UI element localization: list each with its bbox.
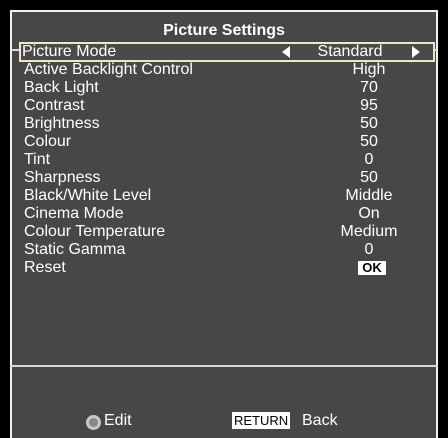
- arrow-left-icon[interactable]: [282, 46, 290, 58]
- setting-label: Reset: [24, 259, 66, 276]
- setting-row-back-light[interactable]: Back Light 70: [20, 79, 434, 97]
- setting-label: Picture Mode: [22, 43, 117, 60]
- setting-value: 70: [360, 79, 378, 96]
- setting-value: Medium: [340, 223, 398, 240]
- return-key-badge[interactable]: RETURN: [232, 412, 291, 429]
- setting-value: 50: [360, 115, 378, 132]
- setting-label: Active Backlight Control: [24, 61, 193, 78]
- setting-row-reset[interactable]: Reset OK: [20, 259, 434, 277]
- setting-row-cinema-mode[interactable]: Cinema Mode On: [20, 205, 434, 223]
- setting-value: Middle: [345, 187, 393, 204]
- setting-value: 95: [360, 97, 378, 114]
- setting-value: On: [358, 205, 380, 222]
- back-hint-label: Back: [302, 412, 338, 429]
- setting-label: Static Gamma: [24, 241, 126, 258]
- setting-value: 0: [364, 241, 374, 258]
- setting-label: Black/White Level: [24, 187, 152, 204]
- setting-row-static-gamma[interactable]: Static Gamma 0: [20, 241, 434, 259]
- setting-row-sharpness[interactable]: Sharpness 50: [20, 169, 434, 187]
- arrow-right-icon[interactable]: [412, 46, 420, 58]
- setting-label: Tint: [24, 151, 51, 168]
- setting-value: 50: [360, 133, 378, 150]
- setting-value: High: [352, 61, 386, 78]
- setting-row-colour-temperature[interactable]: Colour Temperature Medium: [20, 223, 434, 241]
- setting-label: Colour: [24, 133, 72, 150]
- setting-label: Back Light: [24, 79, 99, 96]
- setting-value: 50: [360, 169, 378, 186]
- setting-row-colour[interactable]: Colour 50: [20, 133, 434, 151]
- setting-row-tint[interactable]: Tint 0: [20, 151, 434, 169]
- dpad-icon: [86, 415, 101, 430]
- settings-list: Picture Mode Standard Active Backlight C…: [19, 42, 435, 277]
- setting-label: Contrast: [24, 97, 85, 114]
- footer-bar: Edit RETURN Back: [10, 410, 438, 437]
- divider: [10, 365, 438, 367]
- setting-label: Cinema Mode: [24, 205, 124, 222]
- reset-ok-button[interactable]: OK: [358, 261, 386, 275]
- setting-row-active-backlight-control[interactable]: Active Backlight Control High: [20, 61, 434, 79]
- setting-row-black-white-level[interactable]: Black/White Level Middle: [20, 187, 434, 205]
- setting-value: 0: [364, 151, 374, 168]
- setting-row-contrast[interactable]: Contrast 95: [20, 97, 434, 115]
- setting-label: Colour Temperature: [24, 223, 166, 240]
- setting-label: Brightness: [24, 115, 100, 132]
- setting-row-brightness[interactable]: Brightness 50: [20, 115, 434, 133]
- edit-hint-label: Edit: [104, 412, 132, 429]
- setting-label: Sharpness: [24, 169, 101, 186]
- setting-row-picture-mode[interactable]: Picture Mode Standard: [19, 42, 435, 62]
- setting-value: Standard: [317, 43, 383, 60]
